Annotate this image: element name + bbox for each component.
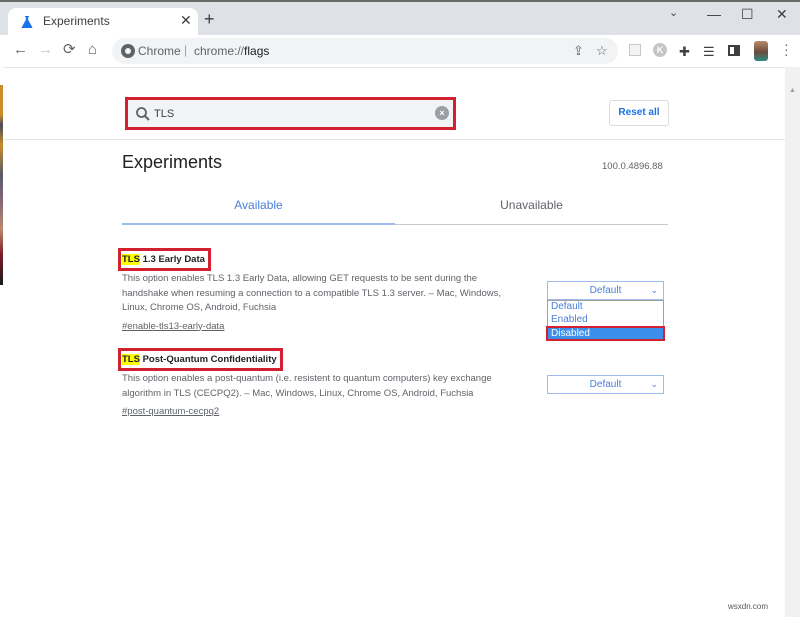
browser-toolbar: ← → ⟳ ⌂ Chrome | chrome://flags ⇪ ☆ K ✚ … xyxy=(0,35,800,67)
flags-header: × Reset all xyxy=(3,68,785,140)
flag-item-tls13-early-data: TLS 1.3 Early Data This option enables T… xyxy=(118,248,668,341)
side-panel-icon[interactable] xyxy=(728,45,740,56)
close-window-button[interactable]: ✕ xyxy=(776,6,788,23)
forward-button[interactable]: → xyxy=(38,41,53,59)
tab-experiments[interactable]: Experiments ✕ xyxy=(8,8,198,36)
reload-button[interactable]: ⟳ xyxy=(63,41,76,59)
option-enabled[interactable]: Enabled xyxy=(548,314,663,327)
reading-list-icon[interactable]: ☰ xyxy=(703,44,715,60)
omnibox-separator: | xyxy=(184,43,188,57)
search-match-highlight: TLS xyxy=(122,354,140,365)
scroll-up-arrow-icon[interactable]: ▲ xyxy=(789,87,796,94)
site-label: Chrome xyxy=(138,44,181,58)
flag-title: TLS 1.3 Early Data xyxy=(118,248,211,271)
reset-all-button[interactable]: Reset all xyxy=(609,100,669,126)
page-title: Experiments xyxy=(122,152,223,172)
extensions-puzzle-icon[interactable]: ✚ xyxy=(679,44,690,60)
tab-close-icon[interactable]: ✕ xyxy=(180,12,192,29)
flask-icon xyxy=(21,16,33,28)
chevron-down-icon: ⌄ xyxy=(650,285,658,295)
search-icon xyxy=(136,107,150,121)
flag-title: TLS Post-Quantum Confidentiality xyxy=(118,348,283,371)
share-icon[interactable]: ⇪ xyxy=(573,43,584,59)
browser-window: Experiments ✕ + ⌄ — ☐ ✕ ← → ⟳ ⌂ Chrome |… xyxy=(0,0,800,617)
home-button[interactable]: ⌂ xyxy=(88,41,97,59)
url-path: flags xyxy=(244,44,270,58)
url-text: chrome://flags xyxy=(194,44,269,58)
new-tab-button[interactable]: + xyxy=(204,10,215,28)
flag-state-select[interactable]: Default ⌄ xyxy=(547,281,664,300)
select-value: Default xyxy=(589,379,622,390)
tab-search-icon[interactable]: ⌄ xyxy=(669,6,678,19)
flags-page: × Reset all Experiments 100.0.4896.88 Av… xyxy=(3,67,785,617)
vertical-scrollbar[interactable]: ▲ xyxy=(785,67,800,617)
version-label: 100.0.4896.88 xyxy=(602,161,663,172)
menu-kebab-icon[interactable]: · · · xyxy=(784,37,789,61)
clear-search-icon[interactable]: × xyxy=(435,106,449,120)
tab-unavailable[interactable]: Unavailable xyxy=(395,198,668,212)
search-match-highlight: TLS xyxy=(122,254,140,265)
tab-available[interactable]: Available xyxy=(122,198,395,212)
flag-title-rest: 1.3 Early Data xyxy=(139,254,205,265)
flag-state-dropdown: Default Enabled Disabled xyxy=(546,300,665,341)
chevron-down-icon: ⌄ xyxy=(650,379,658,389)
minimize-button[interactable]: — xyxy=(707,6,721,22)
flag-permalink[interactable]: #enable-tls13-early-data xyxy=(122,321,224,332)
watermark: wsxdn.com xyxy=(728,602,769,611)
option-disabled[interactable]: Disabled xyxy=(546,326,665,341)
flag-item-post-quantum-cecpq2: TLS Post-Quantum Confidentiality This op… xyxy=(118,348,668,419)
active-tab-indicator xyxy=(122,223,395,225)
bookmark-star-icon[interactable]: ☆ xyxy=(596,43,608,59)
flags-tabs: Available Unavailable xyxy=(122,188,668,225)
select-value: Default xyxy=(589,285,622,296)
flag-title-rest: Post-Quantum Confidentiality xyxy=(139,354,277,365)
url-scheme: chrome:// xyxy=(194,44,245,58)
extension-k-icon[interactable]: K xyxy=(653,43,667,57)
tab-strip: Experiments ✕ + ⌄ — ☐ ✕ xyxy=(0,2,800,36)
extension-box-icon[interactable] xyxy=(629,44,641,56)
flag-permalink[interactable]: #post-quantum-cecpq2 xyxy=(122,406,219,417)
address-bar[interactable]: Chrome | chrome://flags ⇪ ☆ xyxy=(112,38,618,64)
option-default[interactable]: Default xyxy=(548,301,663,314)
profile-avatar[interactable] xyxy=(754,41,768,61)
search-box[interactable]: × xyxy=(125,97,456,130)
chrome-logo-icon xyxy=(121,44,135,58)
maximize-button[interactable]: ☐ xyxy=(741,6,754,23)
flag-description: This option enables TLS 1.3 Early Data, … xyxy=(122,273,501,313)
flag-state-select[interactable]: Default ⌄ xyxy=(547,375,664,394)
tab-title: Experiments xyxy=(43,14,110,28)
back-button[interactable]: ← xyxy=(13,41,28,59)
search-input[interactable] xyxy=(154,105,424,123)
flag-description: This option enables a post-quantum (i.e.… xyxy=(122,373,492,399)
